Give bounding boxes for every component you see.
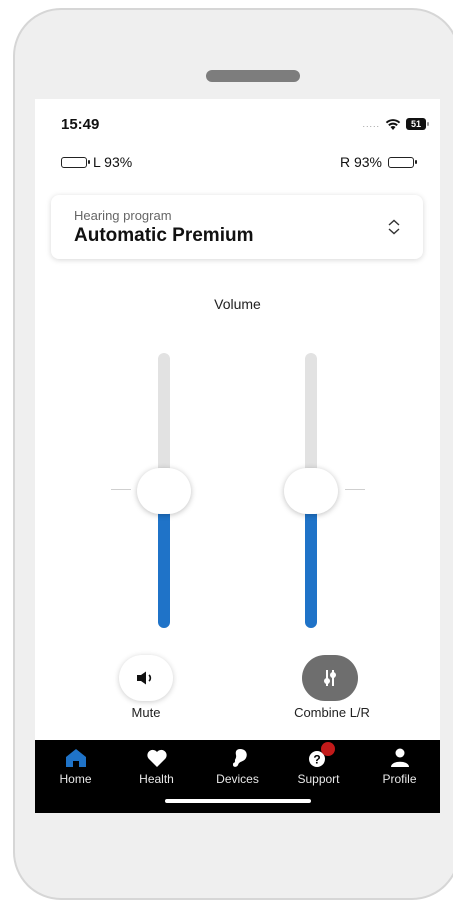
slider-center-tick (111, 489, 131, 490)
tab-devices[interactable]: Devices (197, 740, 278, 796)
tab-profile[interactable]: Profile (359, 740, 440, 796)
phone-battery-icon: 51 (406, 118, 429, 130)
user-icon (390, 748, 409, 767)
tab-label: Devices (216, 772, 259, 786)
battery-icon (61, 156, 90, 168)
svg-text:?: ? (313, 753, 320, 767)
help-icon: ? (308, 742, 335, 768)
heart-icon (146, 749, 167, 767)
phone-speaker (206, 70, 300, 82)
status-time: 15:49 (61, 116, 100, 133)
tab-support[interactable]: ? Support (278, 740, 359, 796)
right-battery-label: R 93% (339, 154, 382, 170)
left-volume-level (158, 512, 170, 628)
tab-health[interactable]: Health (116, 740, 197, 796)
slider-center-tick (345, 489, 365, 490)
mute-label: Mute (131, 705, 161, 720)
hearing-aid-icon (230, 749, 247, 767)
left-battery-label: L 93% (93, 154, 133, 170)
battery-icon (388, 156, 417, 168)
wifi-icon (385, 119, 401, 130)
combine-lr-label: Combine L/R (294, 705, 370, 720)
tab-home[interactable]: Home (35, 740, 116, 796)
right-volume-thumb[interactable] (284, 468, 338, 514)
bottom-tab-bar: Home Health Devices ? Support Profile (35, 740, 440, 813)
right-hearing-aid-battery: R 93% (339, 154, 417, 170)
speaker-icon (137, 671, 152, 685)
tab-label: Support (297, 772, 340, 786)
status-indicators: ..... 51 (362, 116, 429, 132)
left-volume-thumb[interactable] (137, 468, 191, 514)
tab-label: Health (139, 772, 174, 786)
volume-label: Volume (214, 296, 261, 312)
home-icon (65, 749, 86, 767)
chevron-up-down-icon (388, 219, 400, 235)
combine-lr-button[interactable] (302, 655, 358, 701)
right-volume-level (305, 512, 317, 628)
mute-button[interactable] (119, 655, 173, 701)
app-screen: 15:49 ..... 51 L 93% R 93% Hearing progr… (35, 99, 440, 813)
hearing-program-value: Automatic Premium (74, 225, 254, 246)
notification-badge (320, 742, 335, 756)
home-indicator (165, 799, 311, 803)
signal-icon: ..... (362, 119, 380, 129)
adjust-sliders-icon (324, 670, 336, 686)
hearing-program-label: Hearing program (74, 208, 172, 223)
left-hearing-aid-battery: L 93% (61, 154, 132, 170)
hearing-program-selector[interactable]: Hearing program Automatic Premium (51, 195, 423, 259)
tab-label: Home (59, 772, 92, 786)
tab-label: Profile (382, 772, 417, 786)
